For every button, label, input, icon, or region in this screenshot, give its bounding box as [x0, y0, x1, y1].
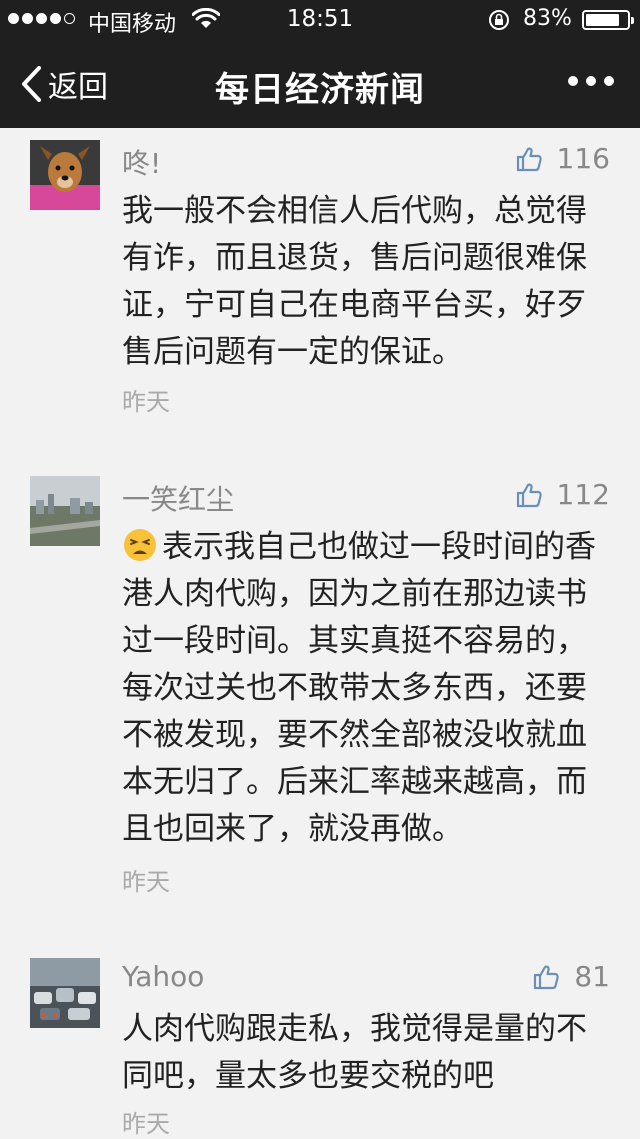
traffic-avatar-image	[30, 958, 100, 1028]
user-avatar[interactable]	[30, 958, 100, 1028]
user-avatar[interactable]	[30, 140, 100, 210]
more-icon	[568, 76, 578, 86]
username[interactable]: Yahoo	[122, 960, 204, 993]
user-avatar[interactable]	[30, 476, 100, 546]
nav-bar: 返回 每日经济新闻	[0, 40, 640, 128]
like-button[interactable]: 81	[532, 960, 610, 993]
thumbs-up-icon	[534, 965, 560, 989]
comment-text: 人肉代购跟走私，我觉得是量的不同吧，量太多也要交税的吧	[122, 1011, 587, 1094]
tired-face-emoji-icon	[124, 529, 156, 561]
username[interactable]: 咚!	[122, 142, 161, 182]
comment-text: 表示我自己也做过一段时间的香港人肉代购，因为之前在那边读书过一段时间。其实真挺不…	[122, 529, 596, 847]
comment-text: 我一般不会相信人后代购，总觉得有诈，而且退货，售后问题很难保证，宁可自己在电商平…	[122, 193, 587, 370]
thumbs-up-icon	[516, 483, 542, 507]
thumbs-up-icon	[516, 147, 542, 171]
comment-time: 昨天	[122, 1110, 170, 1138]
like-count: 81	[574, 960, 610, 993]
cityscape-avatar-image	[30, 476, 100, 546]
like-count: 116	[556, 142, 610, 175]
dog-avatar-image	[30, 140, 100, 210]
more-options-button[interactable]	[568, 76, 614, 86]
comment-time: 昨天	[122, 388, 170, 416]
like-count: 112	[556, 478, 610, 511]
page-title: 每日经济新闻	[215, 70, 425, 110]
comment-body: 表示我自己也做过一段时间的香港人肉代购，因为之前在那边读书过一段时间。其实真挺不…	[122, 524, 612, 853]
battery-icon	[582, 10, 634, 30]
battery-percent: 83%	[523, 6, 572, 31]
comment-time: 昨天	[122, 868, 170, 896]
username[interactable]: 一笑红尘	[122, 478, 234, 518]
like-button[interactable]: 116	[515, 142, 610, 175]
like-button[interactable]: 112	[515, 478, 610, 511]
rotation-lock-icon	[489, 10, 509, 30]
status-bar: 中国移动 18:51 83%	[0, 0, 640, 40]
